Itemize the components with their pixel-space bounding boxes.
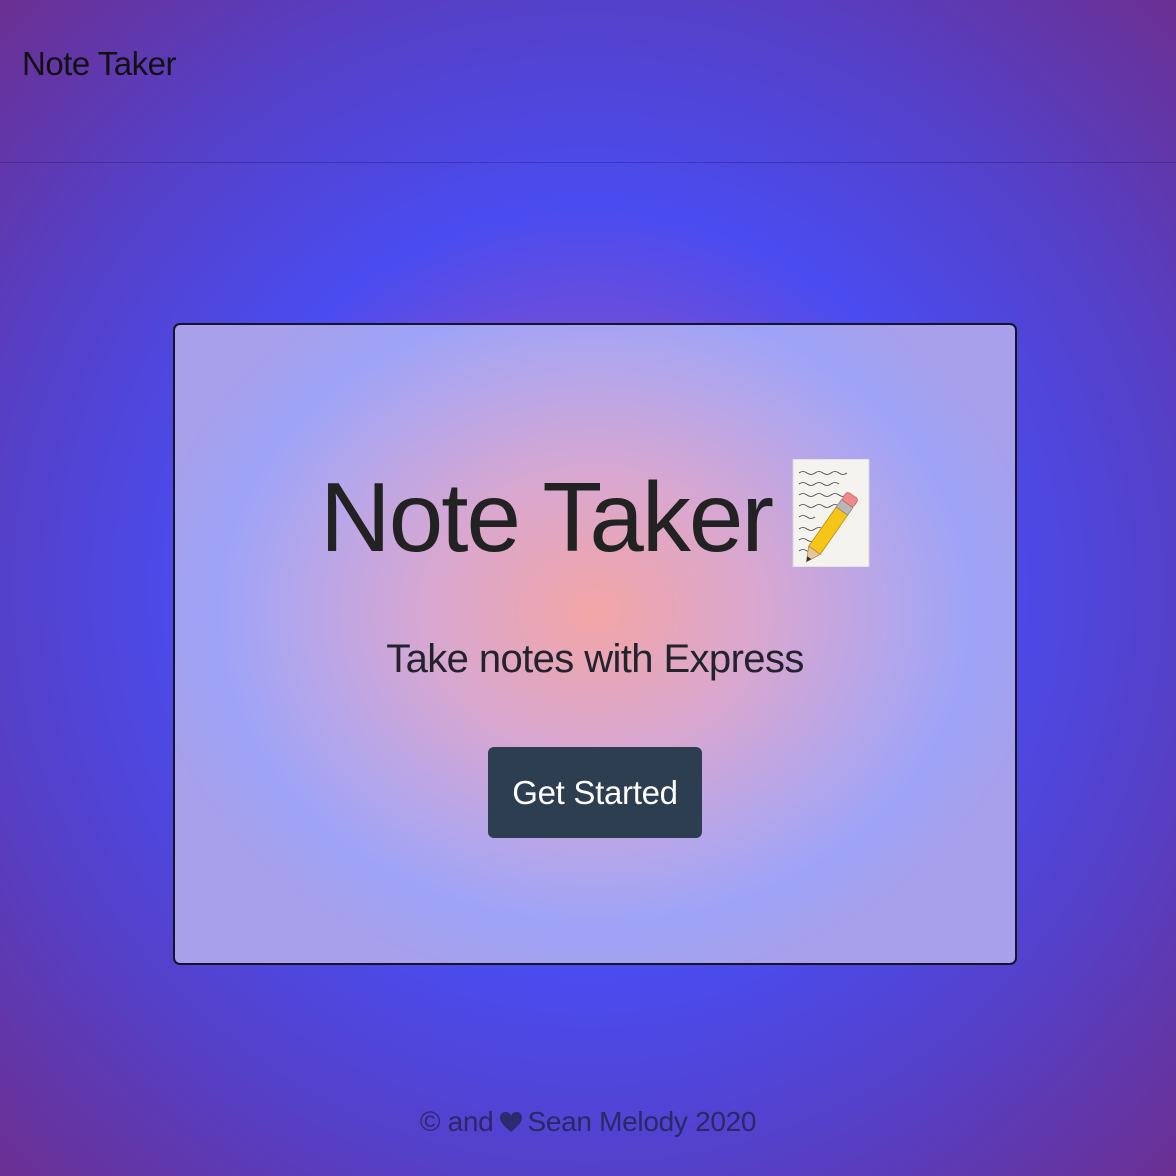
- get-started-button[interactable]: Get Started: [488, 747, 702, 838]
- hero-title-text: Note Taker: [319, 462, 774, 572]
- footer: © and Sean Melody 2020: [0, 1098, 1176, 1146]
- navbar: Note Taker: [0, 0, 1176, 163]
- hero-jumbotron: Note Taker Take notes with Express Get S…: [173, 323, 1017, 965]
- heart-icon: [499, 1100, 523, 1132]
- hero-title: Note Taker: [175, 457, 1015, 577]
- hero-subtitle: Take notes with Express: [386, 637, 804, 681]
- footer-and-text: and: [447, 1106, 494, 1137]
- copyright-symbol: ©: [419, 1106, 441, 1137]
- navbar-brand[interactable]: Note Taker: [22, 42, 176, 86]
- footer-author: Sean Melody 2020: [527, 1106, 757, 1137]
- memo-icon: [792, 458, 870, 568]
